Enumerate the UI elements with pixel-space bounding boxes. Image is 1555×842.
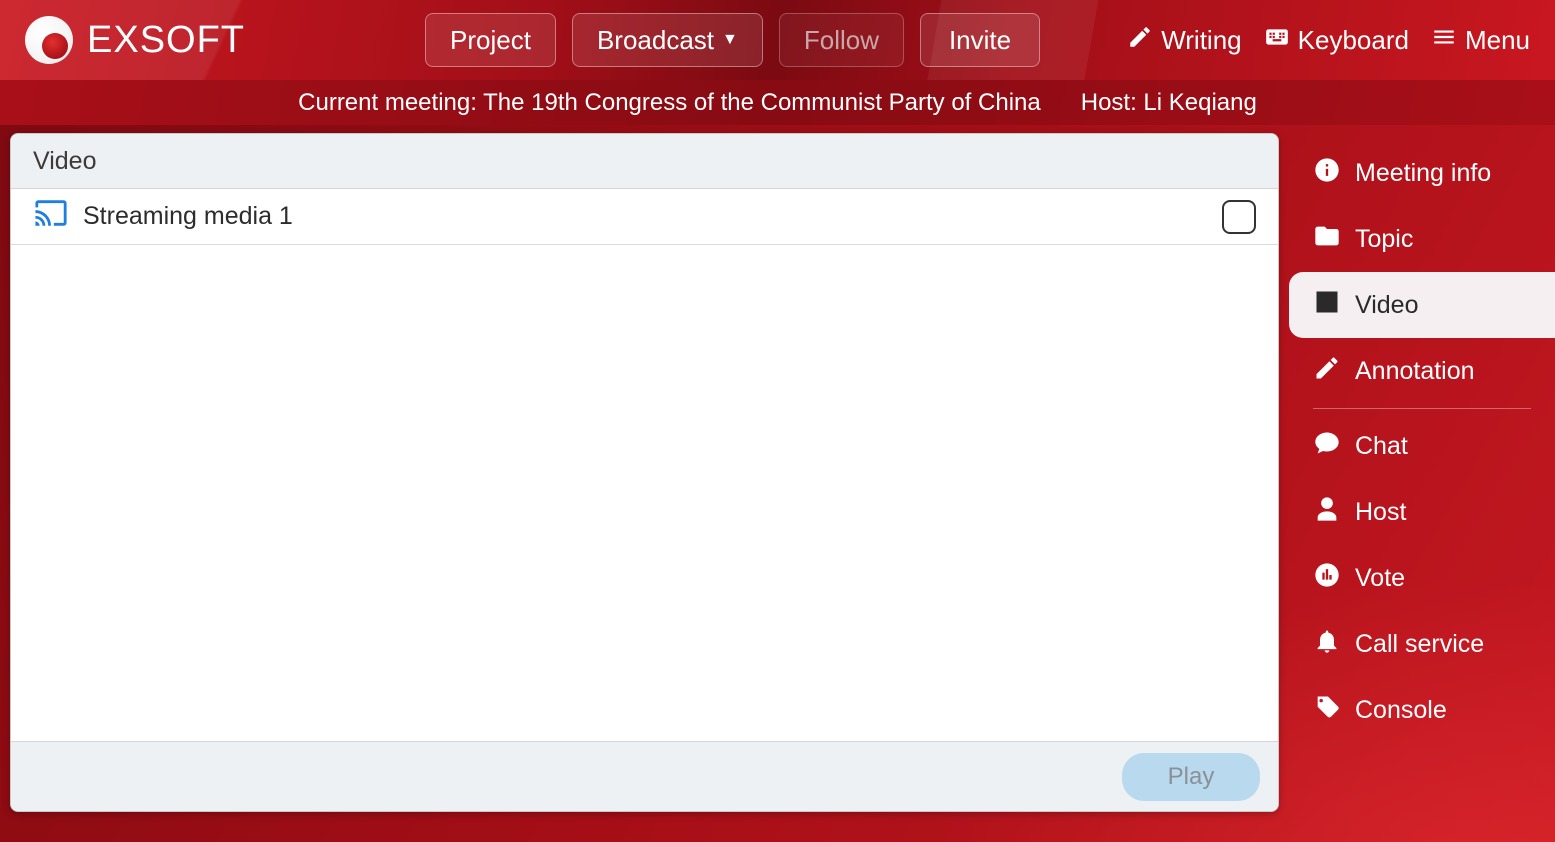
sidebar-item-label: Host [1355, 498, 1406, 527]
header-buttons: Project Broadcast▼ Follow Invite [425, 13, 1040, 67]
info-icon [1313, 156, 1341, 191]
host-label: Host: Li Keqiang [1081, 89, 1257, 117]
play-button[interactable]: Play [1122, 753, 1260, 801]
menu-icon [1431, 24, 1457, 57]
sidebar-item-label: Chat [1355, 432, 1408, 461]
sidebar-item-label: Annotation [1355, 357, 1475, 386]
sidebar-item-label: Meeting info [1355, 159, 1491, 188]
panel-footer: Play [11, 741, 1278, 811]
sidebar-item-vote[interactable]: Vote [1289, 545, 1555, 611]
menu-button[interactable]: Menu [1431, 24, 1530, 57]
panel-title: Video [11, 134, 1278, 189]
sidebar-item-call-service[interactable]: Call service [1289, 611, 1555, 677]
tag-icon [1313, 693, 1341, 728]
header: EXSOFT Project Broadcast▼ Follow Invite … [0, 0, 1555, 80]
edit-icon [1313, 354, 1341, 389]
chat-icon [1313, 429, 1341, 464]
writing-label: Writing [1161, 25, 1241, 56]
bell-icon [1313, 627, 1341, 662]
sidebar-item-meeting-info[interactable]: Meeting info [1289, 140, 1555, 206]
sidebar-item-host[interactable]: Host [1289, 479, 1555, 545]
main-panel: Video Streaming media 1 Play [10, 133, 1279, 812]
keyboard-icon [1264, 24, 1290, 57]
media-label: Streaming media 1 [83, 202, 293, 231]
broadcast-button[interactable]: Broadcast▼ [572, 13, 763, 67]
person-icon [1313, 495, 1341, 530]
sidebar-item-label: Console [1355, 696, 1447, 725]
project-button[interactable]: Project [425, 13, 556, 67]
sidebar-item-chat[interactable]: Chat [1289, 413, 1555, 479]
sidebar-item-label: Call service [1355, 630, 1484, 659]
brand-logo-icon [25, 16, 73, 64]
sidebar-item-label: Video [1355, 291, 1419, 320]
keyboard-button[interactable]: Keyboard [1264, 24, 1409, 57]
film-icon [1313, 288, 1341, 323]
menu-label: Menu [1465, 25, 1530, 56]
sidebar-item-video[interactable]: Video [1289, 272, 1555, 338]
sidebar-item-console[interactable]: Console [1289, 677, 1555, 743]
sidebar-separator [1313, 408, 1531, 409]
app: EXSOFT Project Broadcast▼ Follow Invite … [0, 0, 1555, 842]
sidebar-item-topic[interactable]: Topic [1289, 206, 1555, 272]
body: Video Streaming media 1 Play Meeting inf… [0, 125, 1555, 842]
cast-icon [33, 196, 69, 237]
media-checkbox[interactable] [1222, 200, 1256, 234]
writing-button[interactable]: Writing [1127, 24, 1241, 57]
brand: EXSOFT [25, 16, 245, 64]
current-meeting-label: Current meeting: The 19th Congress of th… [298, 89, 1041, 117]
header-right: Writing Keyboard Menu [1127, 24, 1530, 57]
follow-button[interactable]: Follow [779, 13, 904, 67]
sidebar-item-annotation[interactable]: Annotation [1289, 338, 1555, 404]
chevron-down-icon: ▼ [722, 31, 738, 49]
folder-icon [1313, 222, 1341, 257]
keyboard-label: Keyboard [1298, 25, 1409, 56]
sidebar-item-label: Topic [1355, 225, 1413, 254]
sidebar: Meeting info Topic Video Annotation Chat [1289, 125, 1555, 842]
sidebar-item-label: Vote [1355, 564, 1405, 593]
chart-icon [1313, 561, 1341, 596]
brand-name: EXSOFT [87, 19, 245, 62]
info-bar: Current meeting: The 19th Congress of th… [0, 80, 1555, 125]
media-row[interactable]: Streaming media 1 [11, 189, 1278, 245]
panel-body: Streaming media 1 [11, 189, 1278, 741]
invite-button[interactable]: Invite [920, 13, 1040, 67]
edit-icon [1127, 24, 1153, 57]
